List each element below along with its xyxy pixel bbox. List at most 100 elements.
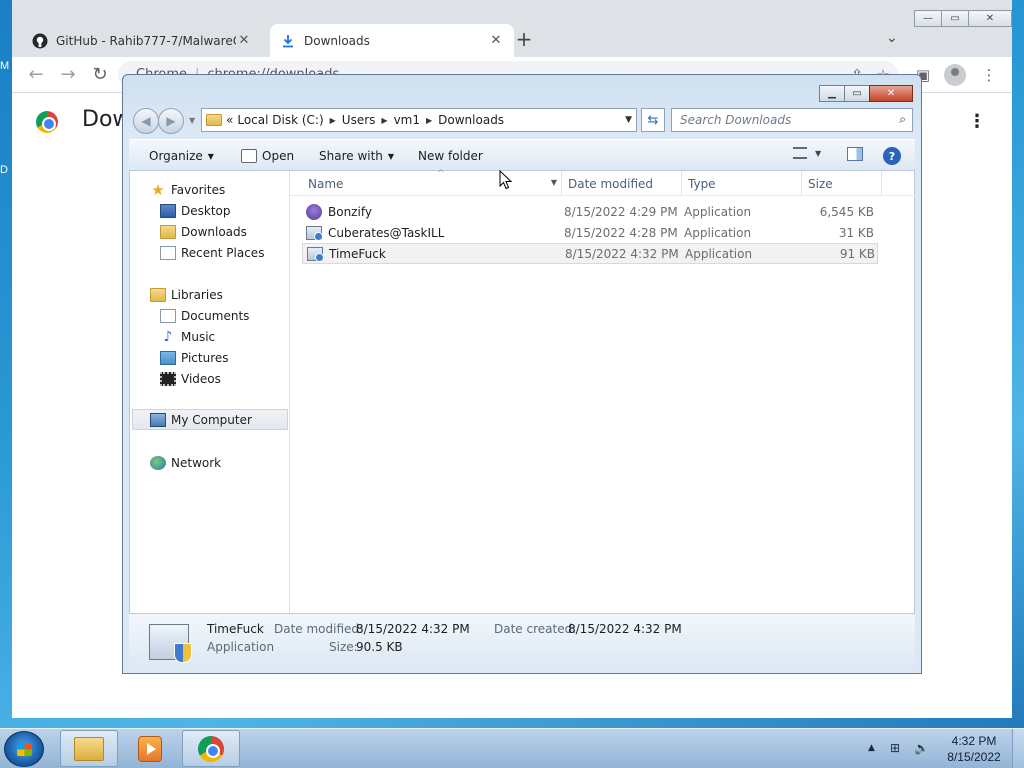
file-row[interactable]: Bonzify 8/15/2022 4:29 PM Application 6,… [302,201,878,222]
search-input[interactable]: Search Downloads ⌕ [671,108,913,132]
breadcrumb-arrow-icon[interactable]: ▶ [381,116,387,125]
clock-time: 4:32 PM [951,734,997,748]
column-label: Date modified [568,177,654,191]
volume-icon[interactable]: 🔈 [914,741,929,755]
application-icon [307,246,324,262]
pictures-icon [160,350,176,365]
close-button[interactable]: ✕ [869,85,913,102]
tab-github[interactable]: GitHub - Rahib777-7/MalwareCo ✕ [22,24,262,57]
maximize-button[interactable]: ▭ [941,10,969,27]
breadcrumb-users[interactable]: Users [342,113,376,127]
change-view-button[interactable]: ▼ [793,147,821,159]
nav-music[interactable]: ♪ Music [160,326,216,347]
profile-avatar[interactable] [944,64,966,86]
nav-label: Libraries [171,287,223,302]
nav-network[interactable]: Network [150,452,221,473]
file-name: Bonzify [328,204,372,219]
nav-label: Favorites [171,182,226,197]
taskbar-explorer-button[interactable] [60,730,118,767]
breadcrumb-overflow[interactable]: « [226,113,233,127]
taskbar-chrome-button[interactable] [182,730,240,767]
nav-label: Documents [181,308,250,323]
column-header-size[interactable]: Size [802,171,882,195]
nav-recent-places[interactable]: Recent Places [160,242,264,263]
breadcrumb-arrow-icon[interactable]: ▶ [330,116,336,125]
breadcrumb-vm1[interactable]: vm1 [394,113,420,127]
chrome-logo-icon [36,111,58,133]
open-button[interactable]: Open [241,149,294,163]
breadcrumb-arrow-icon[interactable]: ▶ [426,116,432,125]
tab-close-icon[interactable]: ✕ [488,33,504,48]
forward-button[interactable]: ▶ [158,108,184,134]
refresh-button[interactable]: ⇆ [641,108,665,132]
start-button[interactable] [4,731,44,767]
show-hidden-icons-button[interactable]: ▲ [868,743,875,753]
file-row[interactable]: Cuberates@TaskILL 8/15/2022 4:28 PM Appl… [302,222,878,243]
film-strip-icon [160,371,176,386]
back-arrow-icon[interactable]: ← [24,63,48,87]
tab-downloads[interactable]: Downloads ✕ [270,24,514,57]
new-folder-button[interactable]: New folder [418,149,483,163]
nav-documents[interactable]: Documents [160,305,249,326]
breadcrumb-downloads[interactable]: Downloads [438,113,504,127]
nav-label: Downloads [181,224,247,239]
file-row-selected[interactable]: TimeFuck 8/15/2022 4:32 PM Application 9… [302,243,878,264]
nav-favorites[interactable]: ★ Favorites [150,179,225,200]
taskbar-media-player-button[interactable] [121,730,179,767]
chrome-icon [198,735,224,762]
breadcrumb-local-disk[interactable]: Local Disk (C:) [237,113,323,127]
explorer-window-controls: ▁ ▭ ✕ [819,85,913,102]
column-label: Name [308,177,344,191]
show-desktop-button[interactable] [1012,729,1024,768]
maximize-button[interactable]: ▭ [844,85,870,102]
header-divider [290,195,916,196]
details-modified-value: 8/15/2022 4:32 PM [356,622,470,636]
github-icon [32,33,48,49]
share-with-button[interactable]: Share with ▼ [319,149,394,163]
help-button[interactable]: ? [883,147,901,165]
nav-downloads[interactable]: Downloads [160,221,247,242]
tab-search-chevron-icon[interactable]: ⌄ [886,30,898,46]
column-header-type[interactable]: Type [682,171,802,195]
organize-button[interactable]: Organize ▼ [149,149,214,163]
column-filter-icon[interactable]: ▼ [551,178,557,187]
forward-arrow-icon[interactable]: → [56,63,80,87]
new-tab-button[interactable]: + [512,28,536,52]
navigation-pane: ★ Favorites Desktop Downloads Recent Plac… [130,171,290,613]
open-label: Open [262,149,295,163]
nav-label: Network [171,455,222,470]
system-clock[interactable]: 4:32 PM 8/15/2022 [938,733,1010,765]
desktop-icon [160,203,176,218]
column-header-date[interactable]: Date modified [562,171,682,195]
file-size: 91 KB [839,246,875,261]
nav-desktop[interactable]: Desktop [160,200,231,221]
application-icon [306,225,323,241]
address-dropdown-icon[interactable]: ▼ [625,115,632,125]
caret-down-icon: ▼ [207,151,214,161]
details-size-value: 90.5 KB [356,640,403,654]
chrome-window-controls: — ▭ ✕ [914,10,1012,27]
nav-libraries[interactable]: Libraries [150,284,223,305]
desktop-icon-label: D [0,164,8,176]
file-date: 8/15/2022 4:29 PM [564,204,678,219]
nav-pictures[interactable]: Pictures [160,347,229,368]
recent-pages-chevron-icon[interactable]: ▼ [189,116,195,125]
network-tray-icon[interactable]: ⊞ [890,741,900,755]
downloads-menu-kebab-icon[interactable]: ⋮ [968,111,986,132]
preview-pane-button[interactable] [847,147,863,161]
caret-down-icon: ▼ [815,148,822,158]
file-date: 8/15/2022 4:32 PM [565,246,679,261]
column-header-name[interactable]: ^ Name ▼ [302,169,562,195]
search-icon[interactable]: ⌕ [899,112,906,127]
nav-my-computer[interactable]: My Computer [132,409,288,430]
address-breadcrumb[interactable]: « Local Disk (C:) ▶ Users ▶ vm1 ▶ Downlo… [201,108,637,132]
tab-close-icon[interactable]: ✕ [236,33,252,48]
music-note-icon: ♪ [163,328,173,345]
back-button[interactable]: ◀ [133,108,159,134]
minimize-button[interactable]: — [914,10,942,27]
nav-videos[interactable]: Videos [160,368,221,389]
chrome-menu-kebab-icon[interactable]: ⋮ [980,66,998,84]
reload-icon[interactable]: ↻ [88,63,112,87]
minimize-button[interactable]: ▁ [819,85,845,102]
close-button[interactable]: ✕ [968,10,1012,27]
